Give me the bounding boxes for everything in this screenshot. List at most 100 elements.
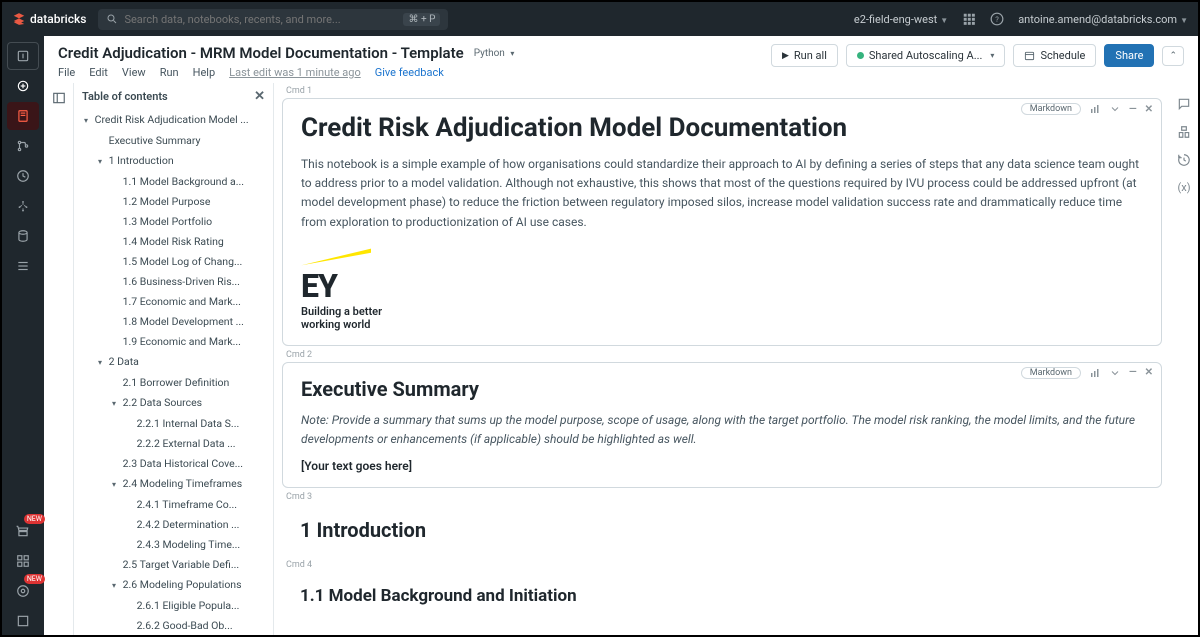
doc-paragraph: This notebook is a simple example of how… bbox=[301, 155, 1143, 232]
toc-item[interactable]: ▾ 2 Data bbox=[74, 352, 273, 373]
user-menu[interactable]: antoine.amend@databricks.com▼ bbox=[1018, 13, 1188, 26]
nav-new[interactable] bbox=[7, 42, 39, 70]
toc-item[interactable]: 1.5 Model Log of Chang... bbox=[74, 252, 273, 272]
notebook-title[interactable]: Credit Adjudication - MRM Model Document… bbox=[58, 44, 464, 62]
brand-text: databricks bbox=[30, 12, 86, 26]
databricks-icon bbox=[12, 12, 26, 26]
toc-item[interactable]: 1.7 Economic and Mark... bbox=[74, 292, 273, 312]
last-edit-status[interactable]: Last edit was 1 minute ago bbox=[229, 66, 361, 79]
menu-edit[interactable]: Edit bbox=[89, 66, 108, 79]
nav-recents[interactable] bbox=[7, 162, 39, 190]
schedule-button[interactable]: Schedule bbox=[1013, 44, 1096, 67]
doc-h2: Executive Summary bbox=[301, 377, 1143, 401]
header-more-button[interactable]: ⌃ bbox=[1162, 46, 1184, 66]
toc-item[interactable]: 1.1 Model Background a... bbox=[74, 172, 273, 192]
menu-help[interactable]: Help bbox=[193, 66, 216, 79]
feedback-link[interactable]: Give feedback bbox=[375, 66, 444, 79]
doc-note: Note: Provide a summary that sums up the… bbox=[301, 411, 1143, 449]
nav-workspace[interactable] bbox=[7, 72, 39, 100]
brand-logo[interactable]: databricks bbox=[12, 12, 86, 26]
help-icon[interactable]: ? bbox=[990, 12, 1004, 26]
calendar-icon bbox=[1024, 50, 1035, 61]
minimize-icon[interactable]: — bbox=[1129, 367, 1137, 378]
language-selector[interactable]: Python ▾ bbox=[474, 48, 515, 59]
close-icon[interactable]: ✕ bbox=[1145, 367, 1153, 378]
menu-file[interactable]: File bbox=[58, 66, 75, 79]
menu-run[interactable]: Run bbox=[160, 66, 179, 79]
toc-item[interactable]: ▾ 2.2 Data Sources bbox=[74, 393, 273, 414]
cell-label: Cmd 3 bbox=[286, 492, 1162, 502]
toc-item[interactable]: ▾ 1 Introduction bbox=[74, 151, 273, 172]
toc-item[interactable]: 2.4.1 Timeframe Co... bbox=[74, 495, 273, 515]
toc-item[interactable]: 2.3 Data Historical Cove... bbox=[74, 454, 273, 474]
nav-partner[interactable] bbox=[7, 547, 39, 575]
cell-type-pill[interactable]: Markdown bbox=[1021, 367, 1081, 379]
nav-sql[interactable] bbox=[7, 607, 39, 635]
toc-item[interactable]: ▾ 2.6 Modeling Populations bbox=[74, 575, 273, 596]
doc-h2: 1 Introduction bbox=[300, 518, 1144, 542]
close-icon[interactable]: ✕ bbox=[1145, 104, 1153, 115]
nav-compute[interactable] bbox=[7, 222, 39, 250]
toc-item[interactable]: 2.2.1 Internal Data S... bbox=[74, 414, 273, 434]
notebook-canvas[interactable]: Cmd 1 Markdown — ✕ Credit Risk Adjudicat… bbox=[274, 83, 1170, 635]
workspace-switcher[interactable]: e2-field-eng-west▼ bbox=[854, 13, 948, 26]
cell-label: Cmd 4 bbox=[286, 560, 1162, 570]
share-button[interactable]: Share bbox=[1104, 44, 1154, 67]
nav-repos[interactable] bbox=[7, 132, 39, 160]
chevron-down-icon[interactable] bbox=[1109, 367, 1121, 379]
toc-toggle-icon[interactable] bbox=[50, 89, 68, 107]
placeholder-text: [Your text goes here] bbox=[301, 459, 1143, 473]
new-badge: NEW bbox=[24, 514, 45, 524]
toc-item[interactable]: 1.9 Economic and Mark... bbox=[74, 332, 273, 352]
nav-workflows[interactable] bbox=[7, 252, 39, 280]
toc-close-icon[interactable]: ✕ bbox=[254, 89, 265, 104]
nav-ml[interactable]: NEW bbox=[7, 577, 39, 605]
toc-item[interactable]: 2.1 Borrower Definition bbox=[74, 373, 273, 393]
toc-item[interactable]: 1.2 Model Purpose bbox=[74, 192, 273, 212]
nav-data[interactable] bbox=[7, 192, 39, 220]
minimize-icon[interactable]: — bbox=[1129, 104, 1137, 115]
toc-item[interactable]: ▾ Credit Risk Adjudication Model ... bbox=[74, 110, 273, 131]
cluster-selector[interactable]: Shared Autoscaling A...▾ bbox=[846, 44, 1006, 67]
mlflow-icon[interactable] bbox=[1177, 125, 1191, 139]
markdown-cell[interactable]: Markdown — ✕ Credit Risk Adjudication Mo… bbox=[282, 98, 1162, 346]
toc-item[interactable]: 2.2.2 External Data ... bbox=[74, 434, 273, 454]
toc-item[interactable]: Executive Summary bbox=[74, 131, 273, 151]
toc-item[interactable]: 2.6.2 Good-Bad Ob... bbox=[74, 616, 273, 635]
toc-item[interactable]: 1.6 Business-Driven Ris... bbox=[74, 272, 273, 292]
ey-tagline: Building a betterworking world bbox=[301, 305, 1143, 331]
chevron-down-icon[interactable] bbox=[1109, 103, 1121, 115]
ey-beam-icon bbox=[301, 248, 371, 266]
chart-icon[interactable] bbox=[1089, 367, 1101, 379]
search-input[interactable] bbox=[124, 13, 397, 26]
toc-item[interactable]: 2.5 Target Variable Defi... bbox=[74, 555, 273, 575]
nav-marketplace[interactable]: NEW bbox=[7, 517, 39, 545]
run-all-button[interactable]: ▶Run all bbox=[771, 44, 838, 67]
chart-icon[interactable] bbox=[1089, 103, 1101, 115]
global-search[interactable]: ⌘ + P bbox=[98, 9, 448, 30]
menu-view[interactable]: View bbox=[122, 66, 146, 79]
toc-item[interactable]: 2.4.3 Modeling Time... bbox=[74, 535, 273, 555]
variables-icon[interactable]: (x) bbox=[1177, 181, 1190, 194]
toc-item[interactable]: 1.3 Model Portfolio bbox=[74, 212, 273, 232]
toc-item[interactable]: ▾ 2.4 Modeling Timeframes bbox=[74, 474, 273, 495]
doc-h1: Credit Risk Adjudication Model Documenta… bbox=[301, 113, 1143, 143]
markdown-cell[interactable]: 1.1 Model Background and Initiation bbox=[282, 572, 1162, 630]
toc-item[interactable]: 2.4.2 Determination ... bbox=[74, 515, 273, 535]
cell-type-pill[interactable]: Markdown bbox=[1021, 103, 1081, 115]
markdown-cell[interactable]: Markdown — ✕ Executive Summary Note: Pro… bbox=[282, 362, 1162, 488]
cell-label: Cmd 1 bbox=[286, 86, 1162, 96]
markdown-cell[interactable]: 1 Introduction bbox=[282, 504, 1162, 556]
history-icon[interactable] bbox=[1177, 153, 1191, 167]
toc-item[interactable]: 1.4 Model Risk Rating bbox=[74, 232, 273, 252]
cell-label: Cmd 2 bbox=[286, 350, 1162, 360]
right-rail: (x) bbox=[1170, 83, 1198, 635]
toc-item[interactable]: 2.6.1 Eligible Popula... bbox=[74, 596, 273, 616]
apps-icon[interactable] bbox=[962, 12, 976, 26]
ey-wordmark: EY bbox=[301, 272, 1143, 301]
nav-notebooks[interactable] bbox=[7, 102, 39, 130]
comments-icon[interactable] bbox=[1177, 97, 1191, 111]
toc-item[interactable]: 1.8 Model Development ... bbox=[74, 312, 273, 332]
table-of-contents: Table of contents ✕ ▾ Credit Risk Adjudi… bbox=[74, 83, 274, 635]
toc-title: Table of contents bbox=[82, 90, 168, 103]
